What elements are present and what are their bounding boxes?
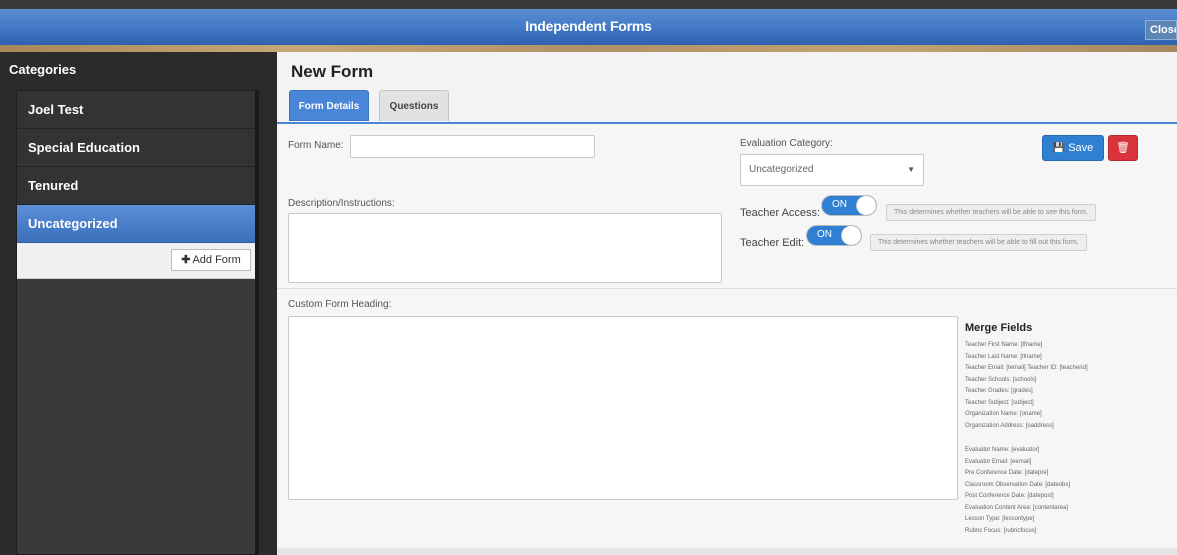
- chevron-down-icon: ▼: [907, 165, 915, 174]
- tab-questions[interactable]: Questions: [379, 90, 449, 121]
- save-icon: 💾: [1052, 143, 1066, 154]
- teacher-edit-toggle[interactable]: ON: [806, 225, 862, 246]
- merge-field: Evaluation Content Area: [contentarea]: [965, 504, 1069, 511]
- save-label: Save: [1068, 142, 1094, 154]
- merge-field: Rubric Focus: [rubricfocus]: [965, 527, 1037, 534]
- merge-field: Teacher Grades: [grades]: [965, 388, 1033, 394]
- main-panel: New Form Form Details Questions Form Nam…: [277, 52, 1177, 555]
- toggle-knob: [856, 196, 876, 215]
- custom-heading-editor[interactable]: [288, 316, 958, 500]
- footer-bar: [277, 548, 1177, 555]
- merge-field: Teacher Subject: [subject]: [965, 399, 1034, 406]
- description-label: Description/Instructions:: [288, 198, 395, 209]
- merge-fields-title: Merge Fields: [965, 322, 1033, 334]
- window-title: Independent Forms: [525, 18, 652, 34]
- save-button[interactable]: 💾 Save: [1042, 135, 1104, 161]
- form-name-label: Form Name:: [288, 140, 344, 151]
- close-button[interactable]: Close: [1145, 20, 1177, 40]
- sidebar-item-tenured[interactable]: Tenured: [17, 167, 255, 205]
- add-form-row: ✚ Add Form: [17, 243, 255, 279]
- category-list: Joel Test Special Education Tenured Unca…: [16, 90, 259, 555]
- title-bar-border: [0, 45, 1177, 52]
- merge-field: Post Conference Date: [datepost]: [965, 493, 1054, 499]
- add-form-label: Add Form: [192, 254, 241, 266]
- merge-field: Classroom Observation Date: [dateobs]: [965, 481, 1071, 488]
- teacher-edit-state: ON: [817, 229, 832, 240]
- teacher-edit-hint: This determines whether teachers will be…: [870, 234, 1087, 251]
- tab-form-details[interactable]: Form Details: [289, 90, 369, 121]
- section-divider: [277, 288, 1177, 289]
- merge-field: Organization Name: [oname]: [965, 411, 1042, 417]
- teacher-access-state: ON: [832, 199, 847, 210]
- merge-fields-list: Teacher First Name: [tfname] Teacher Las…: [965, 340, 1165, 537]
- teacher-access-label: Teacher Access:: [740, 207, 821, 219]
- trash-icon: 🗑: [1116, 142, 1130, 154]
- sidebar-item-uncategorized[interactable]: Uncategorized: [17, 205, 255, 243]
- merge-field: Teacher Last Name: [tlname]: [965, 353, 1042, 360]
- merge-field: Teacher Schools: [schools]: [965, 376, 1037, 383]
- merge-field: Teacher Email: [temail] Teacher ID: [tea…: [965, 365, 1088, 371]
- plus-icon: ✚: [181, 254, 191, 266]
- teacher-access-toggle[interactable]: ON: [821, 195, 877, 216]
- merge-field: Lesson Type: [lessontype]: [965, 516, 1035, 522]
- teacher-access-hint: This determines whether teachers will be…: [886, 204, 1096, 221]
- merge-spacer: [965, 432, 1165, 445]
- form-area: Form Name: Evaluation Category: Uncatego…: [277, 124, 1177, 555]
- merge-field: Teacher First Name: [tfname]: [965, 342, 1043, 348]
- title-bar: Independent Forms Close: [0, 0, 1177, 52]
- description-textarea[interactable]: [288, 213, 722, 283]
- evaluation-category-select[interactable]: Uncategorized ▼: [740, 154, 924, 186]
- teacher-edit-label: Teacher Edit:: [740, 237, 805, 249]
- merge-field: Evaluator Email: [eemail]: [965, 458, 1032, 465]
- merge-field: Evaluator Name: [evaluator]: [965, 447, 1040, 453]
- evaluation-category-label: Evaluation Category:: [740, 138, 833, 149]
- merge-field: Pre Conference Date: [datepre]: [965, 470, 1049, 476]
- page-title: New Form: [291, 62, 374, 81]
- sidebar-item-special-education[interactable]: Special Education: [17, 129, 255, 167]
- toggle-knob: [841, 226, 861, 245]
- add-form-button[interactable]: ✚ Add Form: [171, 249, 251, 271]
- merge-field: Organization Address: [oaddress]: [965, 422, 1054, 429]
- sidebar-item-joel-test[interactable]: Joel Test: [17, 91, 255, 129]
- sidebar: Categories Joel Test Special Education T…: [0, 52, 277, 555]
- sidebar-title: Categories: [9, 62, 77, 77]
- delete-button[interactable]: 🗑: [1108, 135, 1138, 161]
- evaluation-category-value: Uncategorized: [749, 164, 814, 175]
- custom-heading-label: Custom Form Heading:: [288, 299, 392, 310]
- form-name-input[interactable]: [350, 135, 595, 158]
